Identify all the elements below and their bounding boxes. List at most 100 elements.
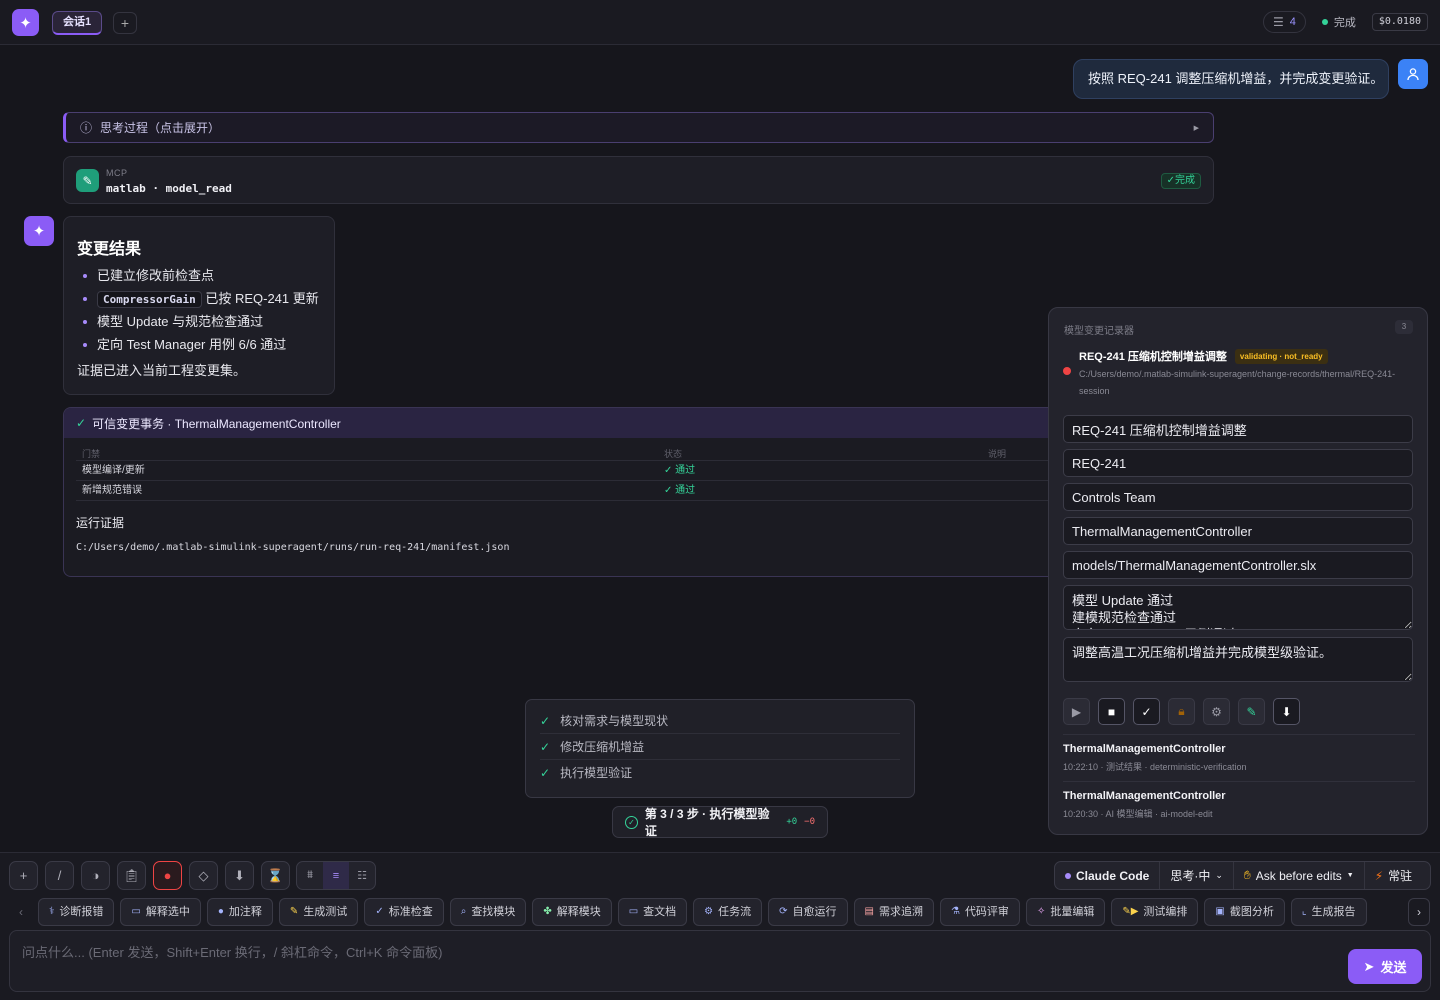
model-selector[interactable]: Claude Code: [1055, 862, 1161, 889]
thinking-toggle[interactable]: ⓘ 思考过程（点击展开） ▶: [63, 112, 1214, 143]
send-button[interactable]: ➤ 发送: [1348, 949, 1422, 984]
chevron-down-icon: ⌄: [1215, 870, 1223, 880]
step-item: ✓ 修改压缩机增益: [540, 734, 900, 760]
transaction-header[interactable]: ✓ 可信变更事务 · ThermalManagementController: [64, 408, 1048, 438]
message-count: 4: [1289, 16, 1296, 28]
view-mode-toggle: ⩩ ≡ ☷: [296, 861, 376, 890]
model-field[interactable]: [1063, 517, 1413, 545]
model-path-field[interactable]: [1063, 551, 1413, 579]
filter-icon[interactable]: ⩩: [297, 862, 323, 889]
quick-action-comment[interactable]: ● 加注释: [206, 898, 273, 926]
quick-action-docs[interactable]: ▭ 查文档: [617, 898, 688, 926]
quick-action-taskflow[interactable]: ⚙ 任务流: [693, 898, 763, 926]
owner-field[interactable]: [1063, 483, 1413, 511]
checks-field[interactable]: 模型 Update 通过 建模规范检查通过 定向 Test Manager 用例…: [1063, 585, 1413, 630]
quick-action-standard-check[interactable]: ✓ 标准检查: [364, 898, 444, 926]
resident-toggle[interactable]: ⚡︎ 常驻: [1365, 862, 1422, 889]
play-icon[interactable]: ▶: [1063, 698, 1090, 725]
message-count-badge[interactable]: ☰ 4: [1262, 11, 1306, 33]
quick-action-test-orchestration[interactable]: ✎▶ 测试编排: [1111, 898, 1199, 926]
download-icon[interactable]: ⬇: [1273, 698, 1300, 725]
quick-action-generate-test[interactable]: ✎ 生成测试: [278, 898, 359, 926]
book-icon: ▭: [628, 906, 639, 917]
chip-label: 批量编辑: [1050, 906, 1095, 918]
lock-icon[interactable]: 🔒︎: [1168, 698, 1195, 725]
chat-input[interactable]: [22, 942, 1332, 982]
quick-action-batch-edit[interactable]: ✧ 批量编辑: [1025, 898, 1106, 926]
status-indicator: 完成: [1321, 14, 1356, 30]
quick-action-explain-selection[interactable]: ▭ 解释选中: [120, 898, 201, 926]
chip-label: 诊断报错: [59, 906, 104, 918]
list-item: 已建立修改前检查点: [83, 264, 321, 287]
diamond-icon[interactable]: ◇: [189, 861, 218, 890]
scroll-left-icon[interactable]: ‹: [10, 898, 32, 926]
quick-action-explain-block[interactable]: ✤ 解释模块: [532, 898, 612, 926]
check-icon: ✓: [76, 416, 87, 430]
comment-icon: ●: [217, 906, 224, 917]
detail-view-icon[interactable]: ☷: [349, 862, 375, 889]
progress-pill[interactable]: ✓ 第 3 / 3 步 · 执行模型验证 +0 −0: [612, 806, 828, 838]
add-icon[interactable]: +: [9, 861, 38, 890]
microscope-icon: ⚗: [950, 906, 960, 917]
gear-icon: ⚙: [704, 906, 714, 917]
evidence-title: 运行证据: [76, 516, 125, 530]
evidence-path[interactable]: C:/Users/demo/.matlab-simulink-superagen…: [76, 542, 509, 553]
assistant-avatar-icon: ✦: [24, 216, 54, 246]
change-recorder-panel: 模型变更记录器 3 REQ-241 压缩机控制增益调整 validating ·…: [1048, 307, 1428, 835]
chip-label: 任务流: [718, 906, 752, 918]
quick-action-diagnose[interactable]: ⚕ 诊断报错: [38, 898, 115, 926]
corner-icon: ⌞: [1301, 906, 1307, 917]
chip-label: 解释选中: [145, 906, 190, 918]
book-icon: ▭: [131, 906, 141, 917]
quick-action-report[interactable]: ⌞ 生成报告: [1290, 898, 1367, 926]
history-item[interactable]: ThermalManagementController 10:22:10 · 测…: [1063, 734, 1415, 773]
step-item: ✓ 核对需求与模型现状: [540, 708, 900, 734]
quick-action-screenshot[interactable]: ▣ 截图分析: [1204, 898, 1285, 926]
thinking-label: 思考过程（点击展开）: [100, 121, 221, 135]
mcp-label: MCP: [106, 168, 128, 178]
user-message: 按照 REQ-241 调整压缩机增益，并完成变更验证。: [1073, 59, 1389, 99]
table-row: 模型编译/更新 ✓ 通过: [76, 461, 1048, 481]
mcp-tool-card[interactable]: ✎ MCP matlab · model_read ✓完成: [63, 156, 1214, 204]
title-field[interactable]: [1063, 415, 1413, 443]
settings-icon[interactable]: ⚙: [1203, 698, 1230, 725]
image-icon: ▣: [1215, 906, 1225, 917]
wand-icon: ✧: [1036, 906, 1046, 917]
result-footer: 证据已进入当前工程变更集。: [77, 363, 247, 378]
thinking-level-select[interactable]: 思考·中 ⌄: [1160, 862, 1234, 889]
list-view-icon[interactable]: ≡: [323, 862, 349, 889]
tab-session-1[interactable]: 会话1: [52, 11, 103, 35]
caret-right-icon: ▶: [1193, 124, 1199, 132]
check-icon[interactable]: ✓: [1133, 698, 1160, 725]
quick-actions-row: ⚕ 诊断报错 ▭ 解释选中 ● 加注释 ✎ 生成测试 ✓ 标准检查 ⌕ 查找模块 ✤ 解释模块…: [10, 898, 1430, 926]
model-settings-bar: Claude Code 思考·中 ⌄ ✋︎ Ask before edits ▼ ⚡︎…: [1054, 861, 1431, 890]
description-field[interactable]: 调整高温工况压缩机增益并完成模型级验证。: [1063, 637, 1413, 682]
requirement-field[interactable]: [1063, 449, 1413, 477]
check-icon: ✓: [540, 740, 551, 754]
history-item[interactable]: ThermalManagementController 10:20:30 · A…: [1063, 781, 1415, 820]
quick-action-find-block[interactable]: ⌕ 查找模块: [449, 898, 527, 926]
quick-action-self-heal[interactable]: ⟳ 自愈运行: [768, 898, 848, 926]
gate-status: ✓ 通过: [664, 485, 696, 496]
permission-mode: Ask before edits: [1255, 868, 1342, 883]
theme-icon[interactable]: ◑: [81, 861, 110, 890]
chip-label: 生成报告: [1311, 906, 1356, 918]
download-icon[interactable]: ⬇: [225, 861, 254, 890]
edit-icon[interactable]: ✎: [1238, 698, 1265, 725]
step-label: 核对需求与模型现状: [560, 714, 669, 728]
gate-table: 门禁 状态 说明 模型编译/更新 ✓ 通过 新增规范错误 ✓ 通过: [76, 448, 1048, 501]
chip-label: 需求追溯: [878, 906, 923, 918]
scroll-right-icon[interactable]: ›: [1408, 898, 1430, 926]
record-icon[interactable]: ●: [153, 861, 182, 890]
record-state-badge: validating · not_ready: [1234, 348, 1328, 364]
add-tab-button[interactable]: +: [113, 12, 137, 34]
quick-action-review[interactable]: ⚗ 代码评审: [939, 898, 1020, 926]
model-name: Claude Code: [1076, 868, 1150, 883]
clipboard-icon[interactable]: 📋︎: [117, 861, 146, 890]
permission-mode-select[interactable]: ✋︎ Ask before edits ▼: [1234, 862, 1365, 889]
quick-action-trace[interactable]: ▤ 需求追溯: [853, 898, 934, 926]
slash-command-icon[interactable]: /: [45, 861, 74, 890]
hourglass-icon[interactable]: ⌛: [261, 861, 290, 890]
document-icon: ▤: [864, 906, 874, 917]
stop-icon[interactable]: ■: [1098, 698, 1125, 725]
